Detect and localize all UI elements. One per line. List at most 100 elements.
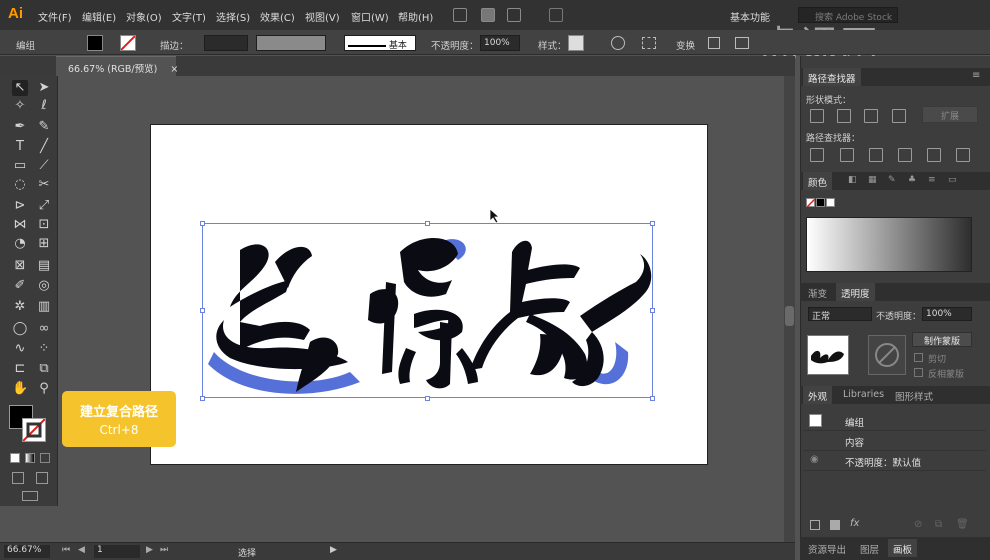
tab-gradient[interactable]: 渐变 bbox=[803, 283, 832, 301]
isolate-icon[interactable] bbox=[708, 37, 720, 49]
gpu-icon[interactable] bbox=[549, 8, 563, 22]
tab-artboards[interactable]: 画板 bbox=[888, 539, 918, 557]
menu-select[interactable]: 选择(S) bbox=[216, 9, 250, 24]
menu-view[interactable]: 视图(V) bbox=[305, 9, 340, 24]
crop-icon[interactable] bbox=[898, 148, 912, 162]
menu-help[interactable]: 帮助(H) bbox=[398, 9, 433, 24]
symbols-icon[interactable]: ♣ bbox=[908, 175, 916, 185]
unite-icon[interactable] bbox=[810, 109, 824, 123]
minus-back-icon[interactable] bbox=[956, 148, 970, 162]
scissors-tool-icon[interactable]: ✂ bbox=[36, 177, 52, 193]
stroke-color-box[interactable] bbox=[22, 418, 46, 442]
stock-icon[interactable] bbox=[481, 8, 495, 22]
rectangle-tool-icon[interactable]: ▭ bbox=[12, 158, 28, 174]
trim-icon[interactable] bbox=[840, 148, 854, 162]
handle-middle-left[interactable] bbox=[200, 308, 205, 313]
zoom-tool-icon[interactable]: ⚲ bbox=[36, 381, 52, 397]
minus-front-icon[interactable] bbox=[837, 109, 851, 123]
draw-mode-icon[interactable] bbox=[12, 472, 24, 484]
handle-top-left[interactable] bbox=[200, 221, 205, 226]
handle-bottom-right[interactable] bbox=[650, 396, 655, 401]
line-tool-icon[interactable]: ╱ bbox=[36, 139, 52, 155]
vertical-scroll-thumb[interactable] bbox=[785, 306, 794, 326]
merge-icon[interactable] bbox=[869, 148, 883, 162]
black-color-swatch[interactable] bbox=[816, 198, 825, 207]
gradient-panel-icon[interactable]: ▭ bbox=[948, 175, 957, 185]
invert-mask-checkbox[interactable] bbox=[914, 368, 923, 377]
stroke-weight-field[interactable] bbox=[204, 35, 248, 51]
close-tab-icon[interactable]: × bbox=[170, 64, 178, 75]
lasso-tool-icon[interactable]: ℓ bbox=[36, 98, 52, 114]
hand-tool-icon[interactable]: ✋ bbox=[12, 381, 28, 397]
variable-width-profile[interactable] bbox=[256, 35, 326, 51]
blend-mode-dropdown[interactable]: 正常 bbox=[808, 307, 872, 322]
exclude-icon[interactable] bbox=[892, 109, 906, 123]
arrange-documents-icon[interactable] bbox=[507, 8, 521, 22]
transform-link[interactable]: 变换 bbox=[676, 38, 695, 52]
selection-tool-icon[interactable]: ↖ bbox=[12, 80, 28, 96]
next-artboard-icon[interactable]: ▶ bbox=[146, 545, 153, 555]
appearance-object-row[interactable]: 编组 bbox=[803, 411, 986, 431]
outline-icon[interactable] bbox=[927, 148, 941, 162]
clip-checkbox[interactable] bbox=[914, 353, 923, 362]
visibility-eye-icon[interactable]: ◉ bbox=[810, 454, 819, 465]
magic-wand-tool-icon[interactable]: ✧ bbox=[12, 98, 28, 114]
pen-tool-icon[interactable]: ✒ bbox=[12, 119, 28, 135]
tab-transparency[interactable]: 透明度 bbox=[836, 283, 875, 301]
brush-definition[interactable]: 基本 bbox=[344, 35, 416, 51]
color-guide-icon[interactable]: ◧ bbox=[848, 175, 857, 185]
vertical-scrollbar[interactable] bbox=[784, 76, 795, 542]
divide-icon[interactable] bbox=[810, 148, 824, 162]
width-tool-icon[interactable]: ⋈ bbox=[12, 217, 28, 233]
graphic-style-swatch[interactable] bbox=[568, 35, 584, 51]
gradient-tool-icon[interactable]: ▤ bbox=[36, 258, 52, 274]
brushes-icon[interactable]: ✎ bbox=[888, 175, 896, 185]
handle-top-center[interactable] bbox=[425, 221, 430, 226]
free-transform-tool-icon[interactable]: ⊡ bbox=[36, 217, 52, 233]
slice-select-tool-icon[interactable]: ⧉ bbox=[36, 361, 52, 377]
add-new-fill-icon[interactable] bbox=[830, 520, 840, 530]
artboard-number-field[interactable]: 1 bbox=[94, 545, 140, 558]
zoom-level-field[interactable]: 66.67% bbox=[4, 545, 50, 558]
bridge-icon[interactable] bbox=[453, 8, 467, 22]
column-graph-tool-icon[interactable]: ▥ bbox=[36, 299, 52, 315]
tab-appearance[interactable]: 外观 bbox=[803, 386, 833, 404]
artboard-alt-tool-icon[interactable]: ⊏ bbox=[12, 361, 28, 377]
handle-bottom-left[interactable] bbox=[200, 396, 205, 401]
tab-pathfinder[interactable]: 路径查找器 bbox=[803, 68, 861, 86]
status-menu-icon[interactable]: ▶ bbox=[330, 545, 337, 555]
draw-behind-icon[interactable] bbox=[36, 472, 48, 484]
arrange-icon[interactable] bbox=[735, 37, 749, 49]
tab-libraries[interactable]: Libraries bbox=[838, 386, 889, 404]
appearance-opacity-row[interactable]: ◉ 不透明度：默认值 bbox=[803, 451, 986, 471]
transparency-opacity-field[interactable]: 100% bbox=[922, 307, 972, 321]
screen-mode-icon[interactable] bbox=[22, 491, 38, 501]
swatches-icon[interactable]: ▦ bbox=[868, 175, 877, 185]
handle-bottom-center[interactable] bbox=[425, 396, 430, 401]
handle-top-right[interactable] bbox=[650, 221, 655, 226]
align-icon[interactable] bbox=[642, 37, 656, 49]
selection-bounding-box[interactable] bbox=[202, 223, 653, 398]
stroke-panel-icon[interactable]: ≡ bbox=[928, 175, 936, 185]
menu-object[interactable]: 对象(O) bbox=[126, 9, 162, 24]
puppet-warp-tool-icon[interactable]: ⁘ bbox=[36, 341, 52, 357]
document-tab[interactable]: 66.67% (RGB/预览) × bbox=[56, 56, 178, 76]
paintbrush-tool-icon[interactable]: ⟋ bbox=[36, 158, 52, 174]
scale-tool-icon[interactable]: ⤢ bbox=[36, 198, 52, 214]
none-mode-icon[interactable] bbox=[40, 453, 50, 463]
appearance-contents-row[interactable]: 内容 bbox=[803, 431, 986, 451]
curvature-tool-icon[interactable]: ✎ bbox=[36, 119, 52, 135]
tab-graphic-styles[interactable]: 图形样式 bbox=[890, 386, 938, 404]
make-mask-button[interactable]: 制作蒙版 bbox=[912, 332, 972, 347]
shape-builder-tool-icon[interactable]: ◔ bbox=[12, 236, 28, 252]
mesh-tool-icon[interactable]: ⊠ bbox=[12, 258, 28, 274]
slice-tool-icon[interactable]: ∞ bbox=[36, 321, 52, 337]
fill-swatch[interactable] bbox=[87, 35, 103, 51]
add-effect-icon[interactable]: fx bbox=[850, 518, 859, 529]
direct-selection-tool-icon[interactable]: ➤ bbox=[36, 80, 52, 96]
add-new-stroke-icon[interactable] bbox=[810, 520, 820, 530]
recolor-artwork-icon[interactable] bbox=[611, 36, 625, 50]
eyedropper-tool-icon[interactable]: ✐ bbox=[12, 278, 28, 294]
color-mode-icon[interactable] bbox=[10, 453, 20, 463]
white-color-swatch[interactable] bbox=[826, 198, 835, 207]
